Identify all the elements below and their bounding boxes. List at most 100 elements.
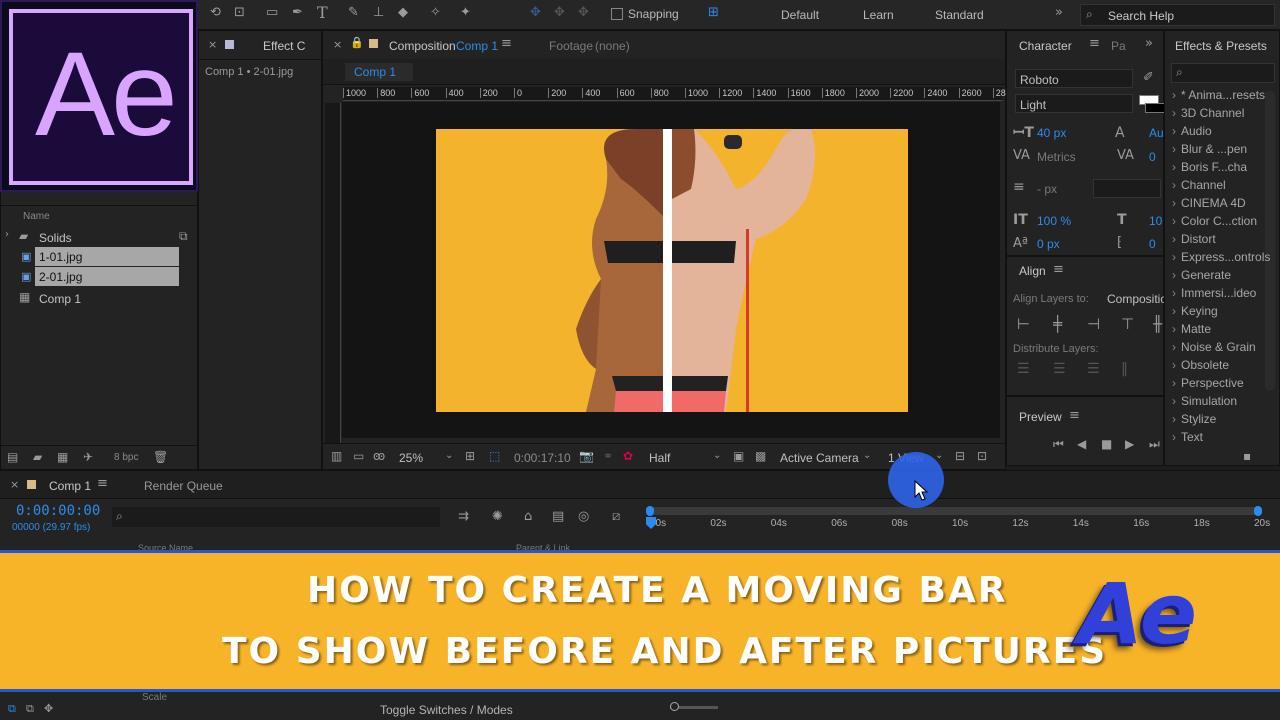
align-center-v-icon[interactable]: ╫: [1153, 315, 1162, 333]
graph-editor-icon[interactable]: ⧄: [612, 509, 620, 524]
work-area-end-handle[interactable]: [1254, 506, 1262, 516]
type-tool-icon[interactable]: T: [317, 3, 328, 22]
tracking-value[interactable]: 0: [1149, 150, 1156, 164]
brush-tool-icon[interactable]: ✎: [348, 5, 359, 20]
preview-tab[interactable]: Preview: [1019, 410, 1062, 424]
reset-exposure-icon[interactable]: ⊡: [977, 449, 987, 463]
layer-switches-icon[interactable]: ⧉: [8, 702, 16, 716]
new-folder-icon[interactable]: ▪: [1243, 449, 1251, 463]
mask-visibility-icon[interactable]: ꙭ: [373, 449, 385, 463]
effects-category-item[interactable]: Audio: [1172, 124, 1212, 138]
effects-category-item[interactable]: Distort: [1172, 232, 1216, 246]
trash-icon[interactable]: 🗑: [153, 450, 168, 464]
vertical-ruler[interactable]: [325, 103, 341, 443]
auto-leading-value[interactable]: Au: [1149, 126, 1164, 140]
workspace-default[interactable]: Default: [781, 8, 819, 22]
align-right-icon[interactable]: ⊣: [1087, 315, 1100, 333]
align-to-dropdown[interactable]: Compositio: [1107, 292, 1167, 306]
time-ruler[interactable]: 00s 02s 04s 06s 08s 10s 12s 14s 16s 18s 20s: [648, 517, 1270, 537]
bit-depth-label[interactable]: 8 bpc: [114, 452, 138, 463]
paragraph-tab[interactable]: Pa: [1111, 39, 1126, 53]
panel-overflow-icon[interactable]: »: [1145, 36, 1153, 51]
chevron-down-icon[interactable]: ⌄: [445, 450, 453, 461]
panel-menu-icon[interactable]: ≡: [1069, 408, 1080, 423]
effects-category-item[interactable]: 3D Channel: [1172, 106, 1244, 120]
snapping-checkbox[interactable]: [611, 8, 623, 20]
effects-category-item[interactable]: Blur & ...pen: [1172, 142, 1247, 156]
character-tab[interactable]: Character: [1019, 39, 1072, 53]
effects-presets-tab[interactable]: Effects & Presets: [1175, 39, 1267, 53]
list-item[interactable]: 1-01.jpg: [35, 247, 179, 266]
effects-category-item[interactable]: Obsolete: [1172, 358, 1229, 372]
resolution-dropdown[interactable]: Half: [649, 451, 670, 465]
workspace-overflow-icon[interactable]: »: [1055, 5, 1063, 20]
tsume-value[interactable]: 0: [1149, 237, 1156, 251]
transparency-grid-icon[interactable]: ▩: [755, 449, 766, 463]
snap-options-icon[interactable]: ⊞: [708, 5, 719, 20]
timeline-comp-tab[interactable]: Comp 1: [49, 479, 91, 493]
rectangle-tool-icon[interactable]: ▭: [266, 5, 278, 20]
list-item[interactable]: 2-01.jpg: [35, 267, 179, 286]
motion-blur-icon[interactable]: ◎: [578, 509, 589, 524]
align-tab[interactable]: Align: [1019, 264, 1046, 278]
composition-tab-comp[interactable]: Comp 1: [456, 39, 498, 53]
clone-stamp-tool-icon[interactable]: ⊥: [373, 5, 384, 20]
chevron-down-icon[interactable]: ⌄: [935, 450, 943, 461]
toggle-switches-modes-button[interactable]: Toggle Switches / Modes: [380, 703, 513, 717]
puppet-pin-tool-icon[interactable]: ✦: [460, 5, 471, 20]
effects-category-item[interactable]: Simulation: [1172, 394, 1237, 408]
in-out-icon[interactable]: ✥: [44, 702, 53, 715]
camera-tool-icon[interactable]: ⊡: [234, 5, 245, 20]
effects-category-item[interactable]: Keying: [1172, 304, 1218, 318]
chevron-down-icon[interactable]: ⌄: [863, 450, 871, 461]
list-item[interactable]: ▦ Comp 1: [1, 288, 197, 308]
effects-scrollbar[interactable]: [1265, 91, 1275, 391]
effects-category-item[interactable]: Matte: [1172, 322, 1211, 336]
zoom-dropdown[interactable]: 25%: [399, 451, 423, 465]
panel-menu-icon[interactable]: ≡: [97, 476, 108, 491]
footage-tab[interactable]: Footage: [549, 39, 593, 53]
stroke-width-value[interactable]: - px: [1037, 182, 1057, 196]
snapshot-camera-icon[interactable]: 📷: [579, 449, 594, 463]
distribute-left-icon[interactable]: ‖: [1121, 361, 1128, 377]
show-snapshot-icon[interactable]: ⚭: [603, 449, 613, 463]
lock-icon[interactable]: 🔒: [350, 36, 364, 49]
flowchart-icon[interactable]: ⧉: [179, 229, 188, 244]
panel-menu-icon[interactable]: ≡: [501, 36, 512, 51]
roto-brush-tool-icon[interactable]: ✧: [430, 5, 441, 20]
stop-icon[interactable]: ■: [1101, 437, 1112, 451]
effects-category-item[interactable]: Immersi...ideo: [1172, 286, 1256, 300]
list-item[interactable]: › ▰ Solids ⧉: [1, 227, 197, 247]
moving-bar[interactable]: [663, 129, 672, 412]
world-axis-icon[interactable]: ✥: [554, 5, 565, 20]
draft-3d-icon[interactable]: ✺: [492, 509, 503, 524]
render-queue-tab[interactable]: Render Queue: [144, 479, 223, 493]
shy-layers-icon[interactable]: ⌂: [524, 509, 532, 524]
vertical-scale-value[interactable]: 100 %: [1037, 214, 1071, 228]
effects-category-item[interactable]: Generate: [1172, 268, 1231, 282]
search-help-field[interactable]: ⌕ Search Help: [1080, 4, 1275, 26]
effects-search-input[interactable]: ⌕: [1171, 63, 1275, 83]
view-axis-icon[interactable]: ✥: [578, 5, 589, 20]
horizontal-scale-value[interactable]: 10: [1149, 214, 1162, 228]
interpret-footage-icon[interactable]: ▤: [7, 450, 18, 464]
effects-category-item[interactable]: Boris F...cha: [1172, 160, 1247, 174]
panel-menu-icon[interactable]: ≡: [1053, 262, 1064, 277]
fast-preview-icon[interactable]: ▣: [733, 449, 744, 463]
align-center-h-icon[interactable]: ╪: [1053, 315, 1062, 333]
panel-menu-icon[interactable]: ≡: [1089, 36, 1100, 51]
always-preview-icon[interactable]: ▥: [331, 449, 342, 463]
local-axis-icon[interactable]: ✥: [530, 5, 541, 20]
effects-category-item[interactable]: Stylize: [1172, 412, 1216, 426]
effects-category-item[interactable]: * Anima...resets: [1172, 88, 1265, 102]
zoom-slider-handle[interactable]: [670, 702, 679, 711]
timeline-search-input[interactable]: ⌕: [112, 507, 440, 527]
next-frame-icon[interactable]: ▶: [1125, 437, 1134, 451]
effects-category-item[interactable]: Noise & Grain: [1172, 340, 1256, 354]
region-of-interest-icon[interactable]: ⬚: [489, 449, 500, 463]
monitor-icon[interactable]: ▭: [353, 449, 364, 463]
composition-mini-flowchart-icon[interactable]: ⇉: [458, 509, 469, 524]
effects-category-item[interactable]: CINEMA 4D: [1172, 196, 1246, 210]
color-channels-icon[interactable]: ✿: [623, 449, 633, 463]
effects-category-item[interactable]: Channel: [1172, 178, 1226, 192]
